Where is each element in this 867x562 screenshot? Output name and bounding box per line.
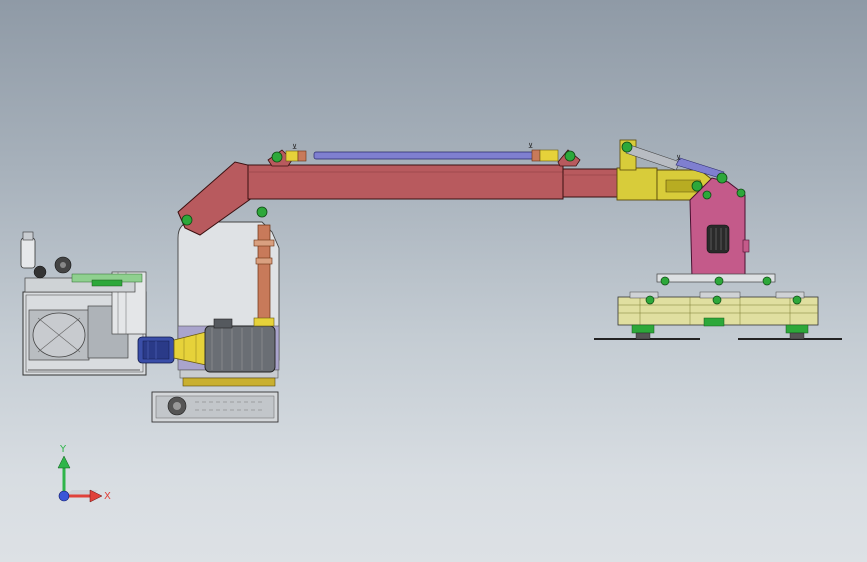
x-axis-label: X [104,491,111,502]
coordinate-triad: Y X [57,444,111,503]
y-axis-label: Y [59,444,67,455]
z-axis-dot-icon [58,490,70,502]
svg-text:⊻: ⊻ [292,143,297,151]
svg-text:⊻: ⊻ [676,154,681,162]
electric-motor[interactable] [204,318,276,373]
svg-text:⊻: ⊻ [528,142,533,150]
hydraulic-pump[interactable] [137,336,175,364]
assembly-model-view[interactable]: ⊻ ⊻ ⊻ Y X [0,0,867,562]
telescopic-cylinder[interactable]: ⊻ ⊻ [285,142,559,162]
cad-viewport[interactable]: ⊻ ⊻ ⊻ Y X [0,0,867,562]
slewing-base[interactable] [151,377,279,423]
y-axis-arrow-icon [57,455,71,469]
hydraulic-power-unit[interactable] [20,231,147,376]
